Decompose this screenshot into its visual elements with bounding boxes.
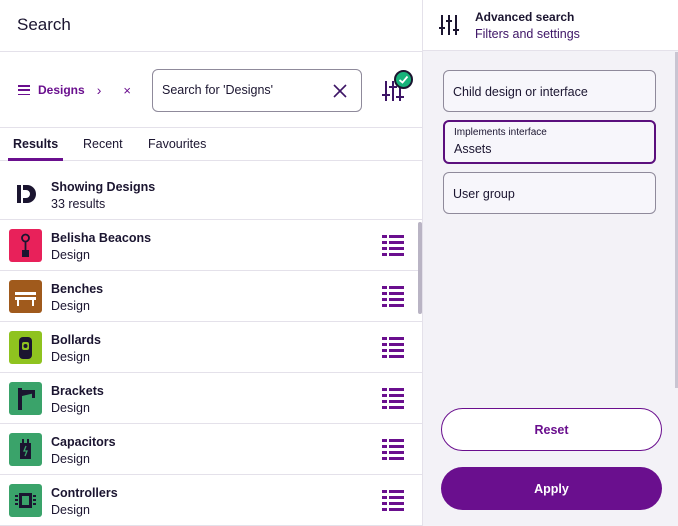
filter-sliders-icon — [439, 15, 459, 35]
advanced-search-panel: Advanced search Filters and settings Chi… — [422, 0, 678, 526]
list-item[interactable]: Brackets Design — [0, 373, 422, 424]
chip-label: Designs — [38, 83, 85, 97]
chevron-right-icon[interactable]: › — [97, 82, 102, 98]
user-group-label: User group — [453, 187, 515, 201]
bench-icon — [9, 280, 42, 313]
result-name: Belisha Beacons — [51, 231, 152, 245]
list-item[interactable]: Bollards Design — [0, 322, 422, 373]
tab-favourites[interactable]: Favourites — [148, 137, 206, 151]
result-name: Bollards — [51, 333, 102, 347]
search-bar-row: Designs › × Search for 'Designs' — [0, 52, 422, 128]
result-name: Capacitors — [51, 435, 116, 449]
user-group-field[interactable]: User group — [443, 172, 656, 214]
advanced-search-title: Advanced search — [475, 10, 575, 24]
results-list: Belisha Beacons Design Benches Design Bo… — [0, 220, 422, 526]
list-view-icon[interactable] — [382, 388, 404, 409]
page-title: Search — [17, 15, 71, 34]
implements-interface-value: Assets — [454, 142, 492, 156]
design-type-icon — [17, 185, 36, 203]
list-view-icon[interactable] — [382, 286, 404, 307]
tab-results[interactable]: Results — [13, 137, 58, 151]
reset-button[interactable]: Reset — [441, 408, 662, 451]
tab-recent[interactable]: Recent — [83, 137, 123, 151]
list-item[interactable]: Belisha Beacons Design — [0, 220, 422, 271]
advanced-search-header: Advanced search Filters and settings — [423, 0, 678, 51]
result-tabs: Results Recent Favourites — [0, 128, 422, 161]
summary-title: Showing Designs — [51, 180, 156, 194]
list-item[interactable]: Capacitors Design — [0, 424, 422, 475]
list-item[interactable]: Controllers Design — [0, 475, 422, 526]
implements-interface-field[interactable]: Implements interface Assets — [443, 120, 656, 164]
implements-interface-label: Implements interface — [454, 127, 547, 138]
list-view-icon[interactable] — [382, 337, 404, 358]
result-name: Brackets — [51, 384, 104, 398]
results-summary: Showing Designs 33 results — [0, 161, 422, 220]
result-kind: Design — [51, 503, 90, 517]
design-filter-chip[interactable]: Designs › × — [18, 80, 131, 100]
bollard-icon — [9, 331, 42, 364]
beacon-icon — [9, 229, 42, 262]
chip-icon — [9, 484, 42, 517]
search-input[interactable]: Search for 'Designs' — [152, 69, 362, 112]
result-name: Benches — [51, 282, 104, 296]
child-design-label: Child design or interface — [453, 85, 588, 99]
advanced-filter-button[interactable] — [378, 69, 414, 109]
result-kind: Design — [51, 299, 90, 313]
remove-filter-icon[interactable]: × — [123, 83, 131, 98]
clear-search-icon[interactable] — [331, 82, 349, 100]
list-view-icon[interactable] — [382, 439, 404, 460]
check-badge-icon — [394, 70, 413, 89]
result-kind: Design — [51, 401, 90, 415]
search-placeholder: Search for 'Designs' — [162, 83, 274, 97]
result-kind: Design — [51, 248, 90, 262]
child-design-field[interactable]: Child design or interface — [443, 70, 656, 112]
search-header: Search — [0, 0, 422, 52]
summary-count: 33 results — [51, 197, 106, 211]
advanced-search-subtitle: Filters and settings — [475, 27, 580, 41]
result-kind: Design — [51, 452, 90, 466]
result-name: Controllers — [51, 486, 118, 500]
list-item[interactable]: Benches Design — [0, 271, 422, 322]
bracket-icon — [9, 382, 42, 415]
search-panel: Search Designs › × Search for 'Designs' — [0, 0, 422, 526]
list-view-icon[interactable] — [382, 235, 404, 256]
result-kind: Design — [51, 350, 90, 364]
capacitor-icon — [9, 433, 42, 466]
list-view-icon[interactable] — [382, 490, 404, 511]
apply-button[interactable]: Apply — [441, 467, 662, 510]
menu-lines-icon — [18, 85, 30, 95]
